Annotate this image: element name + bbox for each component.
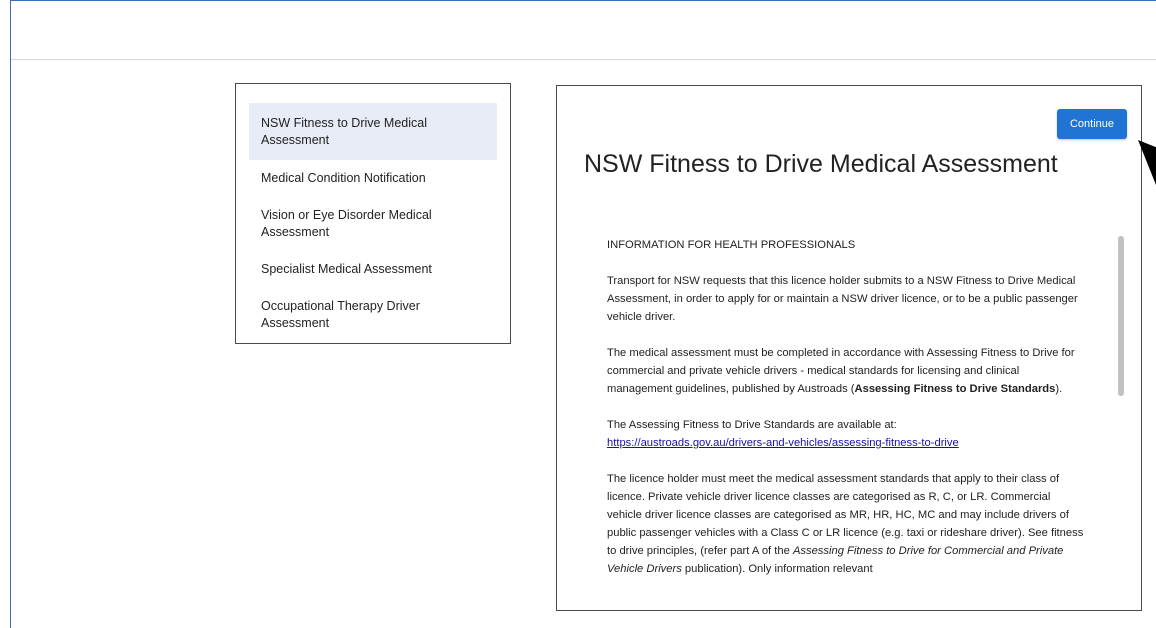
- nav-item-occupational-therapy[interactable]: Occupational Therapy Driver Assessment: [249, 288, 497, 342]
- info-paragraph-3: The Assessing Fitness to Drive Standards…: [607, 416, 1087, 452]
- info-paragraph-4-end: publication). Only information relevant: [681, 563, 873, 575]
- assessment-panel: Continue NSW Fitness to Drive Medical As…: [556, 85, 1142, 611]
- info-heading: INFORMATION FOR HEALTH PROFESSIONALS: [607, 239, 856, 251]
- info-paragraph-4: The licence holder must meet the medical…: [607, 470, 1087, 578]
- info-paragraph-3-text: The Assessing Fitness to Drive Standards…: [607, 419, 897, 431]
- scrollbar-thumb[interactable]: [1118, 236, 1124, 396]
- scrollbar[interactable]: [1115, 236, 1127, 611]
- standards-name: Assessing Fitness to Drive Standards: [854, 383, 1056, 395]
- austroads-link[interactable]: https://austroads.gov.au/drivers-and-veh…: [607, 437, 959, 449]
- nav-item-medical-condition-notification[interactable]: Medical Condition Notification: [249, 160, 497, 197]
- info-paragraph-2-end: ).: [1055, 383, 1063, 395]
- page-title: NSW Fitness to Drive Medical Assessment: [584, 150, 1058, 178]
- nav-item-specialist-assessment[interactable]: Specialist Medical Assessment: [249, 251, 497, 288]
- nav-item-vision-eye-disorder[interactable]: Vision or Eye Disorder Medical Assessmen…: [249, 197, 497, 251]
- information-scroll-area[interactable]: INFORMATION FOR HEALTH PROFESSIONALS Tra…: [607, 236, 1087, 611]
- assessment-nav: NSW Fitness to Drive Medical Assessment …: [235, 83, 511, 344]
- nav-item-fitness-to-drive[interactable]: NSW Fitness to Drive Medical Assessment: [249, 103, 497, 160]
- continue-button[interactable]: Continue: [1057, 109, 1127, 139]
- mouse-pointer-icon: [1138, 140, 1156, 185]
- info-paragraph-2: The medical assessment must be completed…: [607, 344, 1087, 398]
- top-bar: [11, 1, 1156, 60]
- info-paragraph-1: Transport for NSW requests that this lic…: [607, 275, 1078, 323]
